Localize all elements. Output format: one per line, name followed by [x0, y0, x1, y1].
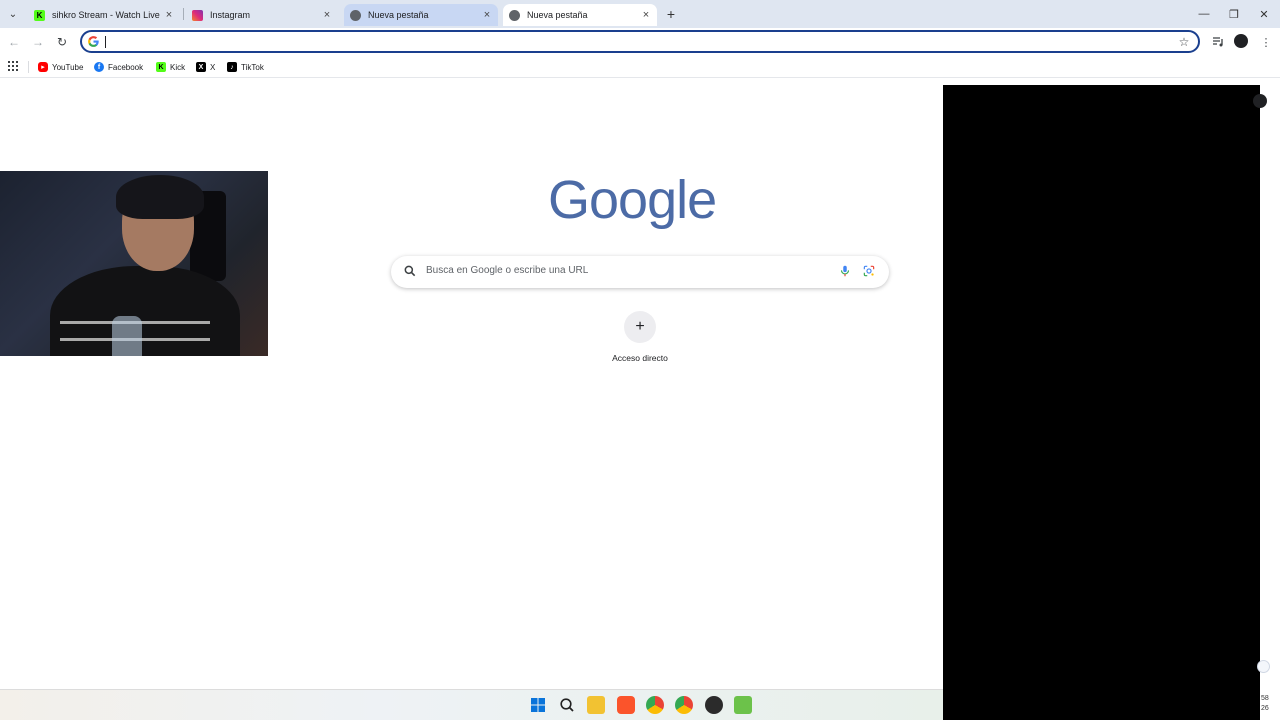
obs-studio-icon[interactable]	[705, 696, 723, 714]
microphone-icon[interactable]	[838, 264, 852, 278]
system-clock: 58 26	[1261, 694, 1269, 714]
search-placeholder: Busca en Google o escribe una URL	[426, 265, 589, 276]
tiktok-icon: ♪	[227, 62, 237, 72]
google-g-icon	[88, 36, 99, 47]
bookmarks-bar: ▸ YouTube f Facebook K Kick X X ♪ TikTok	[0, 56, 1280, 78]
chrome-taskbar-icon[interactable]	[646, 696, 664, 714]
toolbar: ← → ↻ ☆ ⋮	[0, 28, 1280, 56]
windows-taskbar	[0, 689, 943, 720]
clock-line-1: 58	[1261, 695, 1269, 702]
address-bar[interactable]	[80, 30, 1200, 53]
bookmark-youtube[interactable]: ▸ YouTube	[38, 60, 83, 74]
bookmark-x[interactable]: X X	[196, 60, 215, 74]
tab-divider	[183, 8, 184, 20]
search-icon	[404, 265, 416, 277]
profile-avatar[interactable]	[1234, 34, 1248, 48]
reload-button[interactable]: ↻	[54, 34, 70, 50]
text-caret	[105, 36, 106, 48]
google-search-box[interactable]: Busca en Google o escribe una URL	[391, 256, 889, 288]
app-taskbar-icon[interactable]	[734, 696, 752, 714]
x-icon: X	[196, 62, 206, 72]
google-lens-icon[interactable]	[862, 264, 876, 278]
tab-title: Nueva pestaña	[527, 10, 588, 20]
add-shortcut-button[interactable]: +	[624, 311, 656, 343]
bookmarks-divider	[28, 61, 29, 73]
apps-grid-icon[interactable]	[8, 61, 18, 71]
chrome-icon	[350, 9, 361, 21]
tab-close-icon[interactable]: ×	[639, 8, 653, 22]
minimize-button[interactable]: —	[1196, 6, 1212, 22]
bookmark-tiktok[interactable]: ♪ TikTok	[227, 60, 264, 74]
tab-close-icon[interactable]: ×	[162, 8, 176, 22]
tab-strip: ⌄ K sihkro Stream - Watch Live on × Inst…	[0, 0, 1280, 28]
streamer-body	[50, 266, 240, 356]
file-explorer-icon[interactable]	[587, 696, 605, 714]
close-window-button[interactable]: ✕	[1256, 6, 1272, 22]
google-logo: Google	[548, 170, 717, 230]
chrome-icon	[509, 9, 520, 21]
maximize-button[interactable]: ❐	[1226, 6, 1242, 22]
chrome-menu-icon[interactable]: ⋮	[1258, 34, 1274, 50]
tab-title: Nueva pestaña	[368, 10, 429, 20]
tab-new-tab-1[interactable]: Nueva pestaña ×	[344, 4, 498, 26]
add-shortcut-label: Acceso directo	[612, 353, 668, 363]
circle-icon[interactable]	[1253, 94, 1267, 108]
tab-instagram[interactable]: Instagram ×	[186, 4, 338, 26]
bookmark-label: X	[210, 62, 216, 72]
bookmark-label: Kick	[170, 62, 186, 72]
clock-line-2: 26	[1261, 705, 1269, 712]
bookmark-star-icon[interactable]: ☆	[1176, 34, 1192, 50]
bookmark-label: TikTok	[241, 62, 264, 72]
screen: ⌄ K sihkro Stream - Watch Live on × Inst…	[0, 0, 1280, 720]
forward-button[interactable]: →	[30, 34, 46, 50]
bookmark-kick[interactable]: K Kick	[156, 60, 185, 74]
facebook-icon: f	[94, 62, 104, 72]
tab-title: sihkro Stream - Watch Live on	[52, 10, 162, 20]
tab-title: Instagram	[210, 10, 251, 20]
chrome-profile-taskbar-icon[interactable]	[675, 696, 693, 714]
water-bottle	[112, 316, 142, 356]
instagram-icon	[192, 9, 203, 21]
new-tab-button[interactable]: +	[663, 6, 679, 22]
tab-close-icon[interactable]: ×	[320, 8, 334, 22]
windows-start-icon[interactable]	[529, 696, 547, 714]
kick-icon: K	[34, 9, 45, 21]
kick-icon: K	[156, 62, 166, 72]
address-input[interactable]	[110, 34, 1160, 50]
tab-new-tab-2[interactable]: Nueva pestaña ×	[503, 4, 657, 26]
streamer-hair	[116, 175, 204, 219]
bookmark-label: YouTube	[52, 62, 84, 72]
tab-kick-stream[interactable]: K sihkro Stream - Watch Live on ×	[28, 4, 180, 26]
youtube-icon: ▸	[38, 62, 48, 72]
webcam-overlay	[0, 171, 268, 356]
side-panel-bubble-icon[interactable]	[1257, 660, 1270, 673]
back-button[interactable]: ←	[6, 34, 22, 50]
media-control-icon[interactable]	[1210, 34, 1226, 50]
bookmark-facebook[interactable]: f Facebook	[94, 60, 143, 74]
tab-close-icon[interactable]: ×	[480, 8, 494, 22]
search-taskbar-icon[interactable]	[558, 696, 576, 714]
tab-search-dropdown-icon[interactable]: ⌄	[5, 6, 21, 22]
bookmark-label: Facebook	[108, 62, 144, 72]
black-overlay-panel	[943, 85, 1260, 720]
brave-browser-icon[interactable]	[617, 696, 635, 714]
